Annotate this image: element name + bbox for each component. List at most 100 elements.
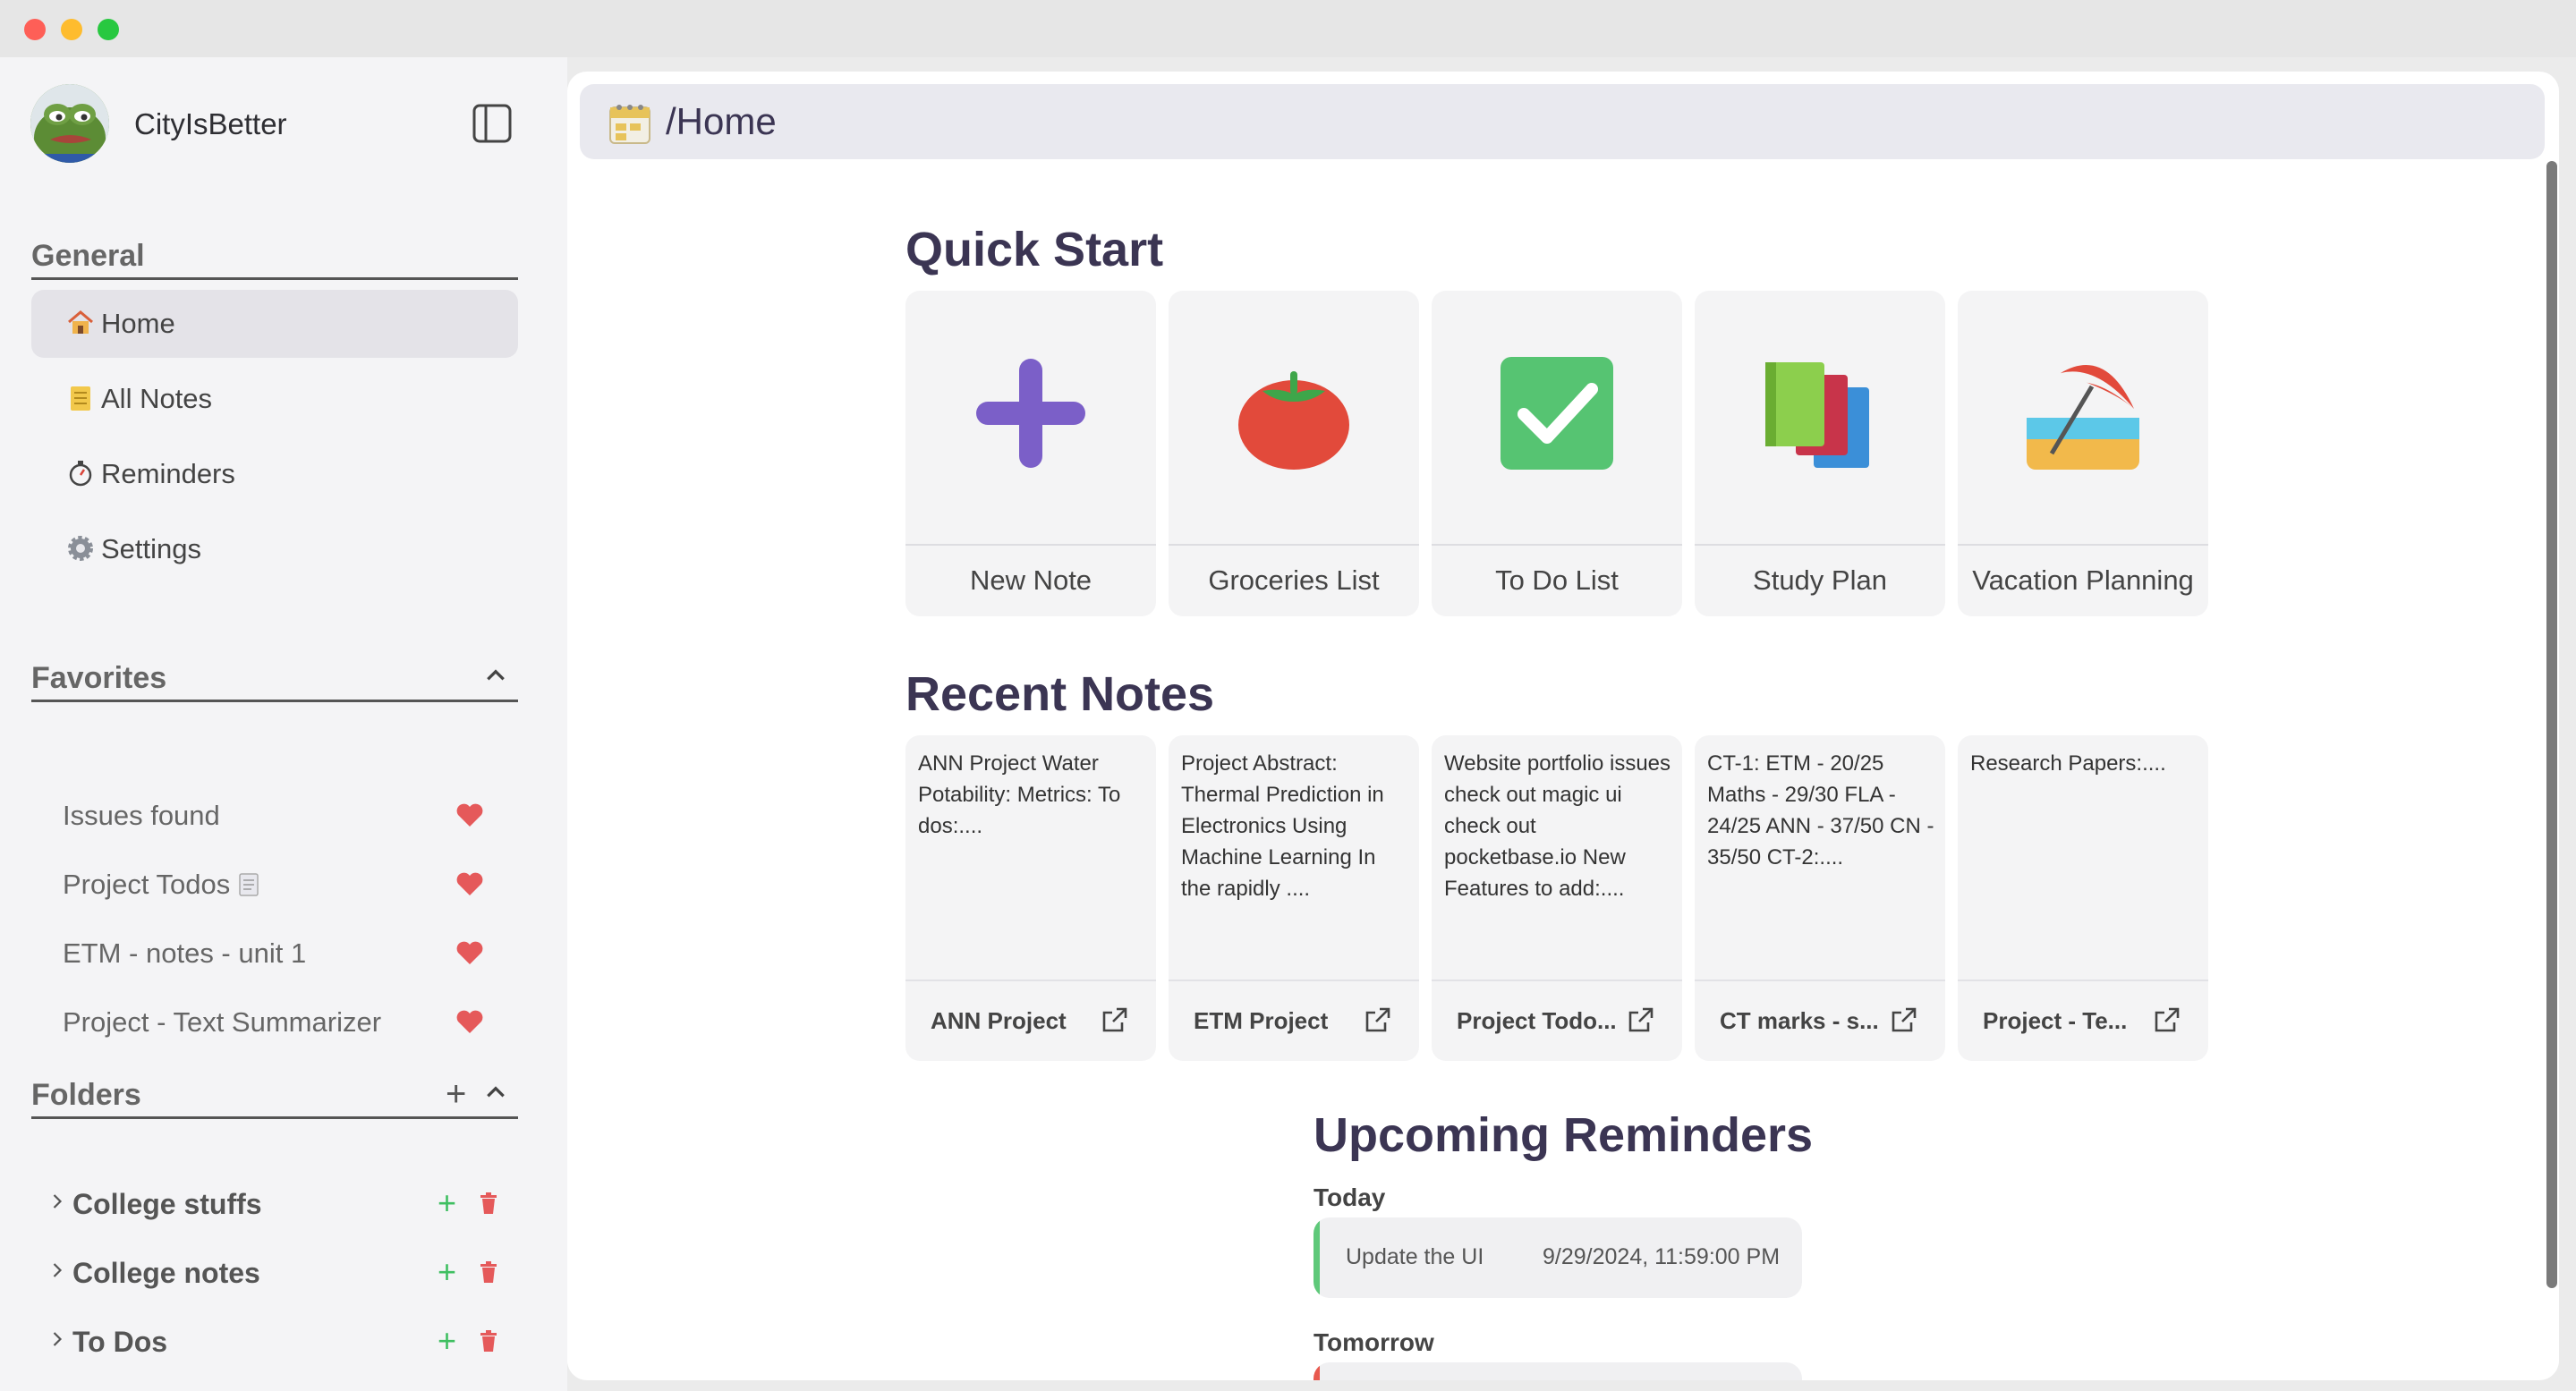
recent-notes-title: Recent Notes (905, 667, 1215, 721)
chevron-right-icon[interactable] (51, 1327, 64, 1355)
notepad-icon (65, 383, 96, 413)
quick-start-card-groceries-list[interactable]: Groceries List (1169, 291, 1419, 616)
favorite-item[interactable]: ETM - notes - unit 1 (31, 925, 518, 982)
note-preview: CT-1: ETM - 20/25 Maths - 29/30 FLA - 24… (1707, 751, 1934, 869)
favorite-item-label: Project - Text Summarizer (63, 1006, 382, 1038)
sidebar-item-settings[interactable]: Settings (31, 515, 518, 583)
sidebar-item-all-notes[interactable]: All Notes (31, 365, 518, 433)
favorite-item-label: Project Todos (63, 869, 259, 901)
note-preview: Website portfolio issues check out magic… (1444, 751, 1671, 901)
reminder-day-label: Today (1314, 1183, 1386, 1211)
note-title: Project - Te... (1983, 1007, 2128, 1034)
open-external-icon[interactable] (1101, 1005, 1129, 1034)
trash-icon[interactable] (479, 1192, 498, 1215)
note-preview: Project Abstract: Thermal Prediction in … (1181, 751, 1384, 901)
reminder-status-bar (1314, 1362, 1320, 1380)
quick-start-card-vacation-planning[interactable]: Vacation Planning (1958, 291, 2208, 616)
close-window-button[interactable] (24, 19, 46, 40)
plus-icon (976, 359, 1085, 468)
open-external-icon[interactable] (1890, 1005, 1918, 1034)
heart-icon[interactable] (455, 870, 484, 897)
reminder-text: Update the UI (1346, 1244, 1484, 1269)
chevron-up-icon[interactable] (484, 662, 507, 692)
add-note-button[interactable]: + (438, 1253, 456, 1291)
folder-item-label: College notes (72, 1257, 260, 1289)
scrollbar[interactable] (2546, 161, 2557, 1288)
sidebar-item-reminders[interactable]: Reminders (31, 440, 518, 508)
username: CityIsBetter (134, 107, 287, 140)
sidebar-item-home[interactable]: Home (31, 290, 518, 358)
chevron-right-icon[interactable] (51, 1259, 64, 1286)
page-icon (239, 873, 259, 896)
recent-note-card[interactable]: Research Papers:.... Project - Te... (1958, 735, 2208, 1061)
checkmark-icon (1501, 357, 1613, 470)
general-section-title: General (31, 239, 145, 273)
general-section-header: General (31, 236, 518, 280)
recent-note-card[interactable]: CT-1: ETM - 20/25 Maths - 29/30 FLA - 24… (1695, 735, 1945, 1061)
favorite-item[interactable]: Issues found (31, 787, 518, 844)
sidebar: CityIsBetter General Home All Notes Remi… (0, 57, 567, 1391)
add-folder-button[interactable]: + (446, 1076, 466, 1112)
open-external-icon[interactable] (2153, 1005, 2181, 1034)
quick-start-card-label: Vacation Planning (1972, 564, 2194, 596)
calendar-icon (607, 100, 653, 147)
minimize-window-button[interactable] (61, 19, 82, 40)
reminder-item[interactable]: Update the UI 9/29/2024, 11:59:00 PM (1314, 1217, 1802, 1298)
recent-note-card[interactable]: Project Abstract: Thermal Prediction in … (1169, 735, 1419, 1061)
chevron-right-icon[interactable] (51, 1190, 64, 1217)
open-external-icon[interactable] (1364, 1005, 1392, 1034)
quick-start-card-label: To Do List (1495, 564, 1619, 596)
quick-start-card-new-note[interactable]: New Note (905, 291, 1156, 616)
favorite-item[interactable]: Project - Text Summarizer (31, 994, 518, 1051)
note-preview: ANN Project Water Potability: Metrics: T… (918, 751, 1121, 838)
books-icon (1765, 362, 1869, 468)
heart-icon[interactable] (455, 939, 484, 966)
folder-item[interactable]: College notes + (31, 1244, 518, 1302)
folders-section-header: Folders + (31, 1075, 518, 1119)
recent-note-card[interactable]: ANN Project Water Potability: Metrics: T… (905, 735, 1156, 1061)
quick-start-card-to-do-list[interactable]: To Do List (1432, 291, 1682, 616)
avatar (30, 84, 109, 163)
favorite-item-label: ETM - notes - unit 1 (63, 937, 307, 969)
upcoming-reminders-title: Upcoming Reminders (1314, 1108, 1814, 1162)
quick-start-card-label: New Note (969, 564, 1092, 596)
recent-note-card[interactable]: Website portfolio issues check out magic… (1432, 735, 1682, 1061)
user-profile[interactable]: CityIsBetter (30, 84, 531, 165)
main-content: /Home Quick Start New Note Groceries Lis… (567, 72, 2559, 1380)
folder-item[interactable]: College stuffs + (31, 1175, 518, 1233)
page-path: /Home (666, 100, 777, 142)
quick-start-title: Quick Start (905, 223, 1164, 276)
folders-section-title: Folders (31, 1078, 141, 1112)
folder-item[interactable]: To Dos + (31, 1313, 518, 1370)
favorite-item[interactable]: Project Todos (31, 856, 518, 913)
folder-item-label: To Dos (72, 1326, 168, 1358)
add-note-button[interactable]: + (438, 1322, 456, 1360)
beach-umbrella-icon (2027, 365, 2139, 470)
favorite-item-label: Issues found (63, 800, 220, 831)
sidebar-item-label: Settings (101, 533, 202, 564)
trash-icon[interactable] (479, 1329, 498, 1353)
open-external-icon[interactable] (1627, 1005, 1655, 1034)
reminder-item[interactable] (1314, 1362, 1802, 1380)
heart-icon[interactable] (455, 1008, 484, 1035)
heart-icon[interactable] (455, 802, 484, 828)
quick-start-card-study-plan[interactable]: Study Plan (1695, 291, 1945, 616)
maximize-window-button[interactable] (98, 19, 119, 40)
sidebar-toggle-icon[interactable] (472, 104, 512, 143)
sidebar-item-label: Reminders (101, 458, 235, 489)
reminder-datetime: 9/29/2024, 11:59:00 PM (1543, 1244, 1781, 1269)
reminder-day-label: Tomorrow (1314, 1328, 1434, 1356)
chevron-up-icon[interactable] (484, 1079, 507, 1109)
trash-icon[interactable] (479, 1260, 498, 1284)
reminder-status-bar (1314, 1217, 1320, 1298)
sidebar-item-label: Home (101, 308, 175, 339)
note-title: ANN Project (931, 1007, 1067, 1034)
tomato-icon (1238, 371, 1349, 470)
quick-start-card-label: Groceries List (1208, 564, 1380, 596)
note-preview: Research Papers:.... (1970, 751, 2166, 776)
add-note-button[interactable]: + (438, 1184, 456, 1222)
folder-item-label: College stuffs (72, 1188, 262, 1220)
sidebar-item-label: All Notes (101, 383, 213, 414)
note-title: CT marks - s... (1720, 1007, 1879, 1034)
favorites-section-header: Favorites (31, 658, 518, 702)
